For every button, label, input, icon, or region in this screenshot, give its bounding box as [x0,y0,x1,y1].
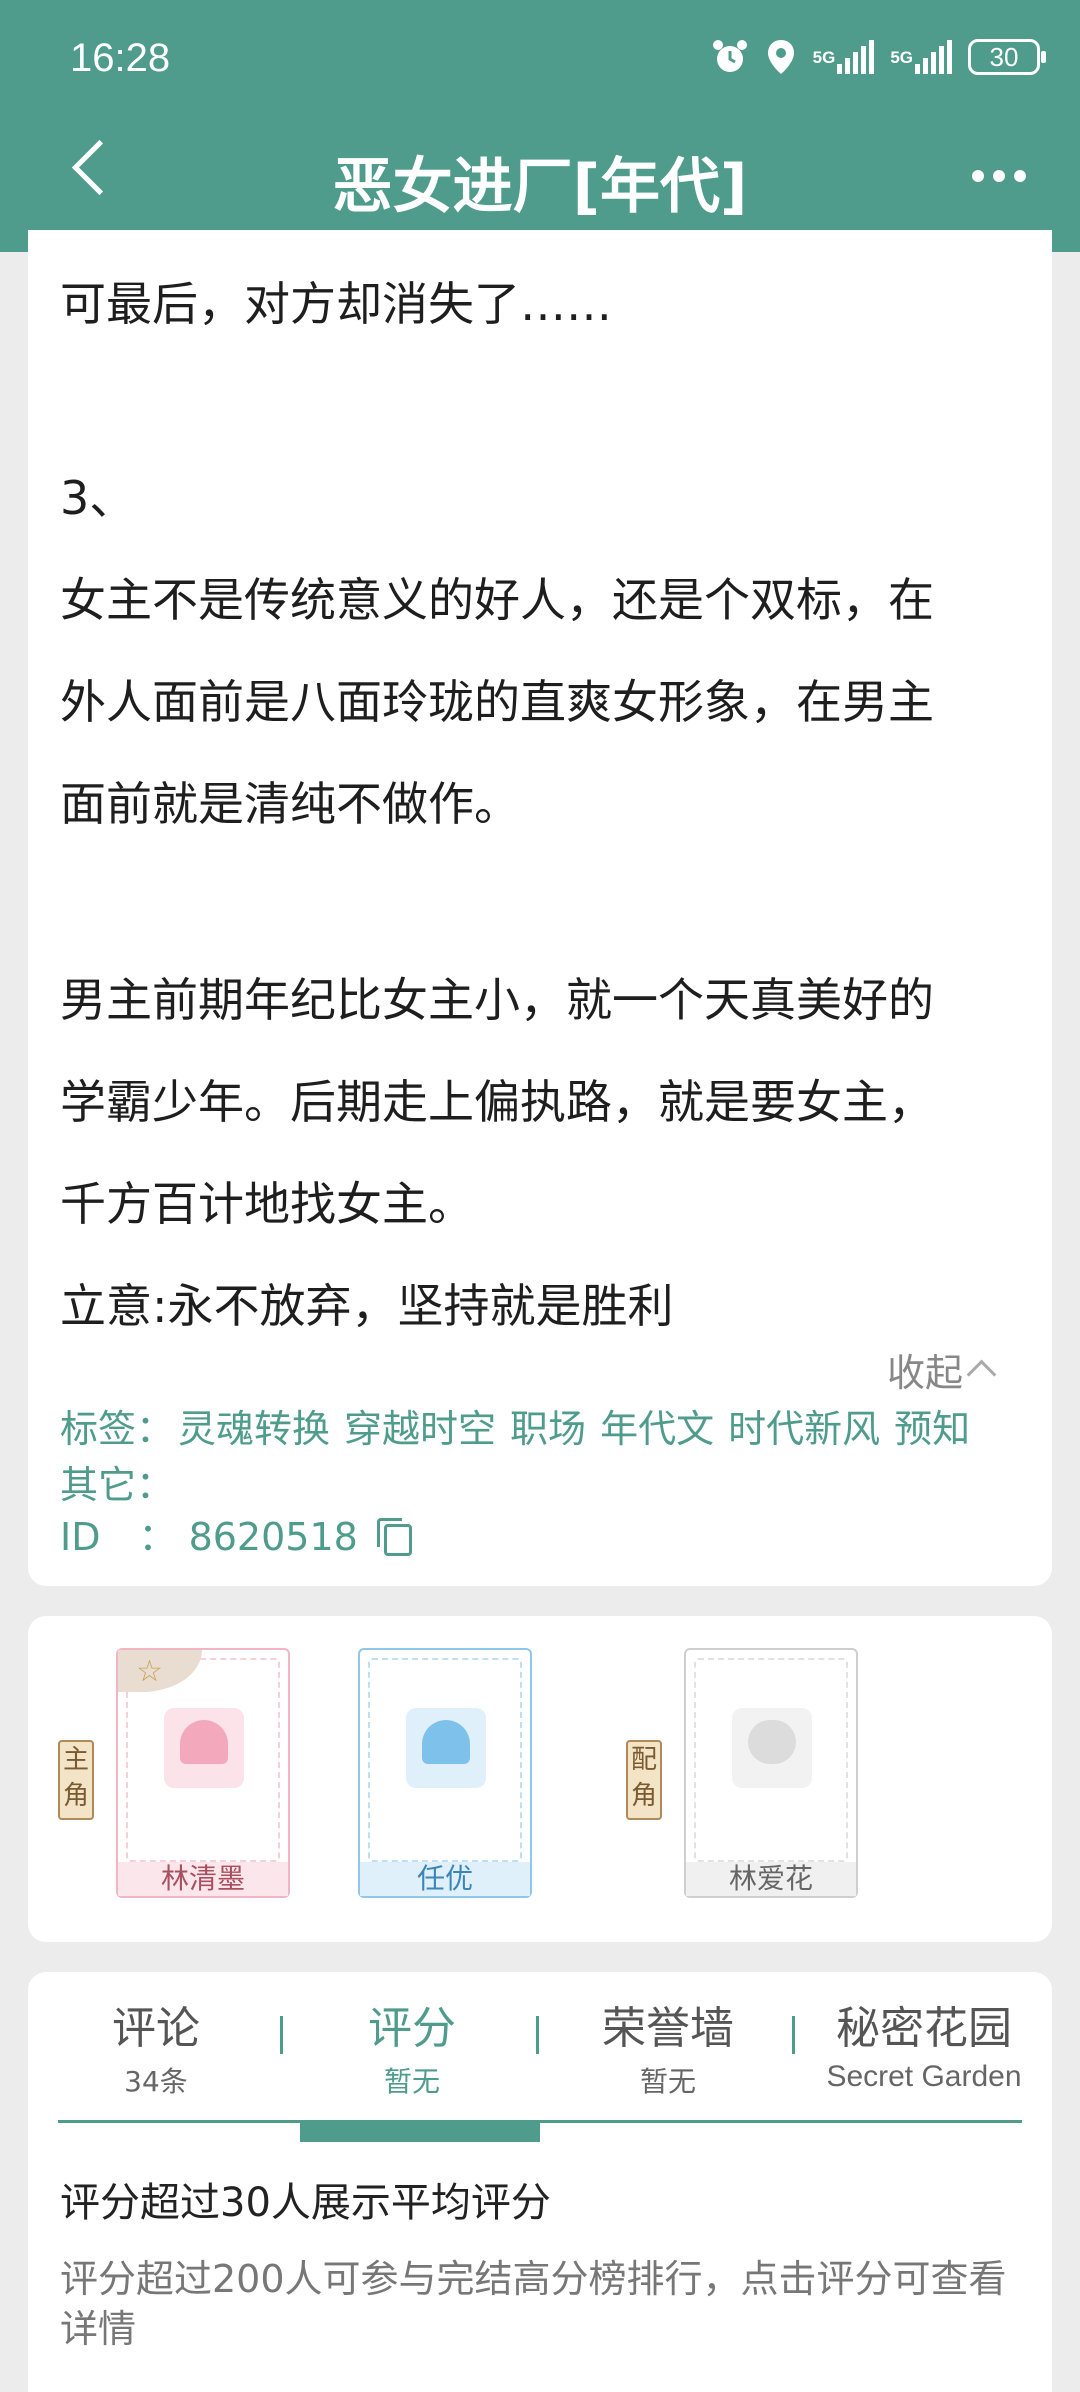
character-avatar [164,1708,244,1788]
active-tab-indicator [300,2122,540,2142]
more-dots-icon[interactable] [972,170,1026,182]
tab-rating[interactable]: 评分 暂无 [284,1992,540,2100]
tab-secret-garden[interactable]: 秘密花园 Secret Garden [796,1992,1052,2094]
tags-label: 标签： [60,1407,175,1451]
synopsis-line: 立意:永不放弃，坚持就是胜利 [60,1279,674,1333]
other-label: 其它： [60,1463,175,1507]
tab-label: 评分 [368,2003,456,2054]
characters-card: 主角 ☆ 林清墨 任优 配角 林爱花 [28,1616,1052,1942]
character-card[interactable]: 任优 [358,1648,532,1898]
tab-sub: 暂无 [383,2065,440,2098]
tags-row: 标签： 灵魂转换 穿越时空 职场 年代文 时代新风 预知 [60,1398,984,1453]
star-icon: ☆ [136,1654,163,1689]
main-role-tag: 主角 [58,1740,94,1820]
synopsis-line: 可最后，对方却消失了…… [60,277,612,331]
supporting-role-tag: 配角 [626,1740,662,1820]
tag[interactable]: 时代新风 [728,1398,880,1453]
copy-icon[interactable] [376,1517,412,1556]
synopsis-line: 3、 [60,471,136,525]
synopsis-card: 可最后，对方却消失了…… 3、 女主不是传统意义的好人，还是个双标，在 外人面前… [28,230,1052,1586]
tag[interactable]: 职场 [510,1398,586,1453]
page-title: 恶女进厂[年代] [332,152,748,222]
synopsis-line: 学霸少年。后期走上偏执路，就是要女主， [60,1075,934,1129]
chevron-up-icon [966,1359,997,1390]
tab-sub: 34条 [124,2065,188,2098]
synopsis-line: 男主前期年纪比女主小，就一个天真美好的 [60,973,934,1027]
synopsis-line: 女主不是传统意义的好人，还是个双标，在 [60,573,934,627]
character-avatar [732,1708,812,1788]
tab-label: 荣誉墙 [602,2003,734,2054]
character-card[interactable]: ☆ 林清墨 [116,1648,290,1898]
battery-icon: 30 [968,39,1046,75]
collapse-button[interactable]: 收起 [886,1342,997,1397]
signal-icon: 5G [813,40,875,74]
synopsis-line: 千方百计地找女主。 [60,1177,474,1231]
status-icons: 5G 5G 30 [711,38,1046,76]
status-time: 16:28 [70,36,171,80]
tabs-card: 评论 34条 评分 暂无 荣誉墙 暂无 秘密花园 Secret Garden 评… [28,1972,1052,2392]
synopsis-line: 面前就是清纯不做作。 [60,777,520,831]
tab-comments[interactable]: 评论 34条 [28,1992,284,2100]
tab-label: 秘密花园 [836,2003,1012,2054]
tag[interactable]: 灵魂转换 [178,1398,330,1453]
tab-sub: 暂无 [639,2065,696,2098]
rating-title: 评分超过30人展示平均评分 [60,2180,551,2226]
synopsis-line: 外人面前是八面玲珑的直爽女形象，在男主 [60,675,934,729]
tag[interactable]: 年代文 [600,1398,714,1453]
signal-icon: 5G [890,40,952,74]
collapse-label: 收起 [886,1351,963,1395]
id-value: 8620518 [188,1515,358,1559]
character-name: 任优 [360,1862,530,1896]
location-icon [765,38,797,76]
alarm-icon [711,38,749,76]
id-label: ID ： [60,1515,177,1559]
character-name: 林爱花 [686,1862,856,1896]
character-avatar [406,1708,486,1788]
tag[interactable]: 预知 [894,1398,970,1453]
character-name: 林清墨 [118,1862,288,1896]
tag[interactable]: 穿越时空 [344,1398,496,1453]
top-app-bar: 16:28 5G 5G 30 恶女进厂[年代] [0,0,1080,252]
character-card[interactable]: 林爱花 [684,1648,858,1898]
tab-label: 评论 [112,2003,200,2054]
tab-sub: Secret Garden [826,2060,1022,2093]
tab-honor-wall[interactable]: 荣誉墙 暂无 [540,1992,796,2100]
rating-description: 评分超过200人可参与完结高分榜排行，点击评分可查看详情 [60,2257,1007,2351]
id-row: ID ： 8620518 [60,1506,412,1561]
tab-divider [58,2120,1022,2123]
